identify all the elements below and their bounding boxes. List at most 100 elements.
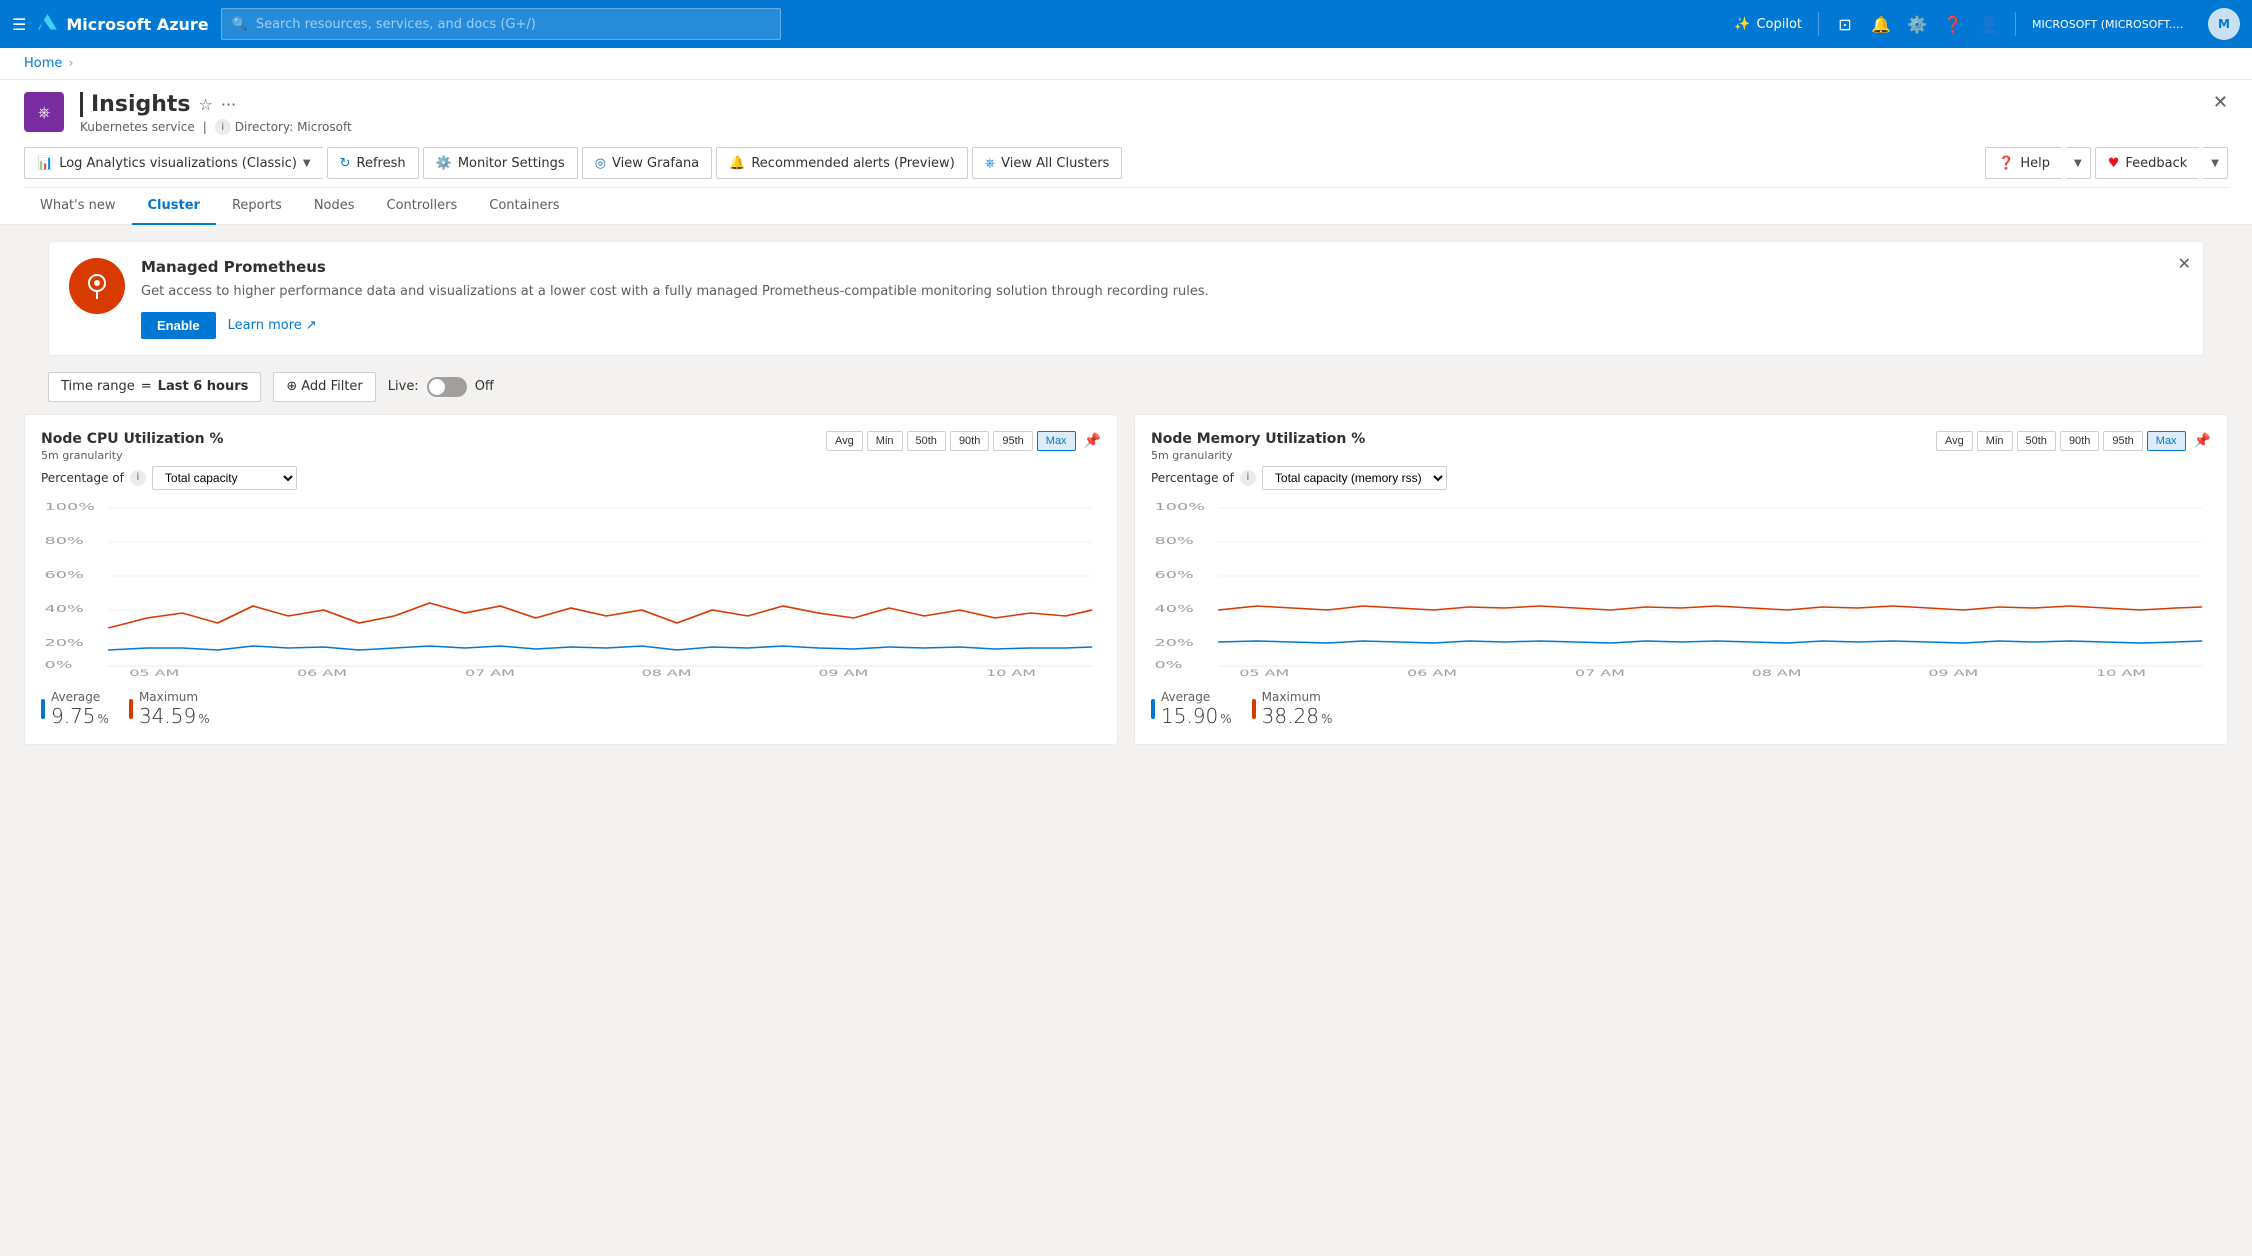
feedback-dropdown-arrow[interactable]: ▼ <box>2203 147 2228 179</box>
view-grafana-button[interactable]: ◎ View Grafana <box>582 147 712 179</box>
account-info[interactable]: MICROSOFT (MICROSOFT.ONMI... <box>2032 18 2192 31</box>
svg-text:100%: 100% <box>45 501 95 512</box>
view-all-clusters-button[interactable]: ⎈ View All Clusters <box>972 147 1123 179</box>
svg-text:09 AM: 09 AM <box>818 668 868 678</box>
learn-more-label: Learn more <box>228 318 302 333</box>
view-selector-button[interactable]: 📊 Log Analytics visualizations (Classic)… <box>24 147 323 179</box>
page-subtitle: Kubernetes service | i Directory: Micros… <box>80 119 352 135</box>
svg-text:10 AM: 10 AM <box>2096 668 2146 678</box>
svg-text:100%: 100% <box>1155 501 1205 512</box>
cpu-max-legend-label: Maximum <box>139 690 210 704</box>
tab-whats-new[interactable]: What's new <box>24 188 132 225</box>
memory-pin-icon[interactable]: 📌 <box>2194 433 2211 449</box>
svg-text:40%: 40% <box>45 603 84 614</box>
more-options-icon[interactable]: ··· <box>221 95 236 114</box>
tab-containers[interactable]: Containers <box>473 188 575 225</box>
svg-text:40%: 40% <box>1155 603 1194 614</box>
svg-text:80%: 80% <box>45 535 84 546</box>
settings-icon[interactable]: ⚙️ <box>1907 14 1927 34</box>
monitor-settings-button[interactable]: ⚙️ Monitor Settings <box>423 147 578 179</box>
tab-cluster[interactable]: Cluster <box>132 188 216 225</box>
account-avatar[interactable]: M <box>2208 8 2240 40</box>
portal-icon[interactable]: ⊡ <box>1835 14 1855 34</box>
notifications-icon[interactable]: 🔔 <box>1871 14 1891 34</box>
cpu-max-legend: Maximum 34.59 % <box>129 690 210 728</box>
memory-max-legend: Maximum 38.28 % <box>1252 690 1333 728</box>
enable-button[interactable]: Enable <box>141 312 216 339</box>
favorite-icon[interactable]: ☆ <box>199 95 213 114</box>
add-filter-icon: ⊕ <box>286 379 297 394</box>
feedback-label: Feedback <box>2125 156 2187 171</box>
cpu-avg-btn[interactable]: Avg <box>826 431 863 451</box>
svg-text:08 AM: 08 AM <box>1752 668 1802 678</box>
search-placeholder: Search resources, services, and docs (G+… <box>256 17 536 32</box>
recommended-alerts-button[interactable]: 🔔 Recommended alerts (Preview) <box>716 147 968 179</box>
feedback-nav-icon[interactable]: 👤 <box>1979 14 1999 34</box>
grafana-label: View Grafana <box>612 156 699 171</box>
directory-label: Directory: Microsoft <box>235 120 352 134</box>
view-selector-label: Log Analytics visualizations (Classic) <box>59 156 297 171</box>
tab-nodes[interactable]: Nodes <box>298 188 371 225</box>
help-dropdown-arrow[interactable]: ▼ <box>2066 147 2091 179</box>
feedback-button[interactable]: ♥ Feedback <box>2095 147 2200 179</box>
help-button[interactable]: ❓ Help <box>1985 147 2062 179</box>
memory-50th-btn[interactable]: 50th <box>2017 431 2056 451</box>
cpu-percentage-select[interactable]: Total capacity Allocatable capacity <box>152 466 297 490</box>
svg-text:0%: 0% <box>1155 659 1183 670</box>
cpu-95th-btn[interactable]: 95th <box>993 431 1032 451</box>
time-range-value: Last 6 hours <box>158 379 249 394</box>
memory-avg-legend-label: Average <box>1161 690 1232 704</box>
nav-right-area: ✨ Copilot ⊡ 🔔 ⚙️ ❓ 👤 MICROSOFT (MICROSOF… <box>1734 8 2240 40</box>
time-range-filter[interactable]: Time range = Last 6 hours <box>48 372 261 402</box>
copilot-icon: ✨ <box>1734 17 1750 32</box>
azure-logo-icon <box>38 14 58 34</box>
kubernetes-icon: ⎈ <box>30 98 58 126</box>
azure-logo: Microsoft Azure <box>38 14 208 34</box>
memory-max-btn[interactable]: Max <box>2147 431 2186 451</box>
memory-avg-btn[interactable]: Avg <box>1936 431 1973 451</box>
cpu-50th-btn[interactable]: 50th <box>907 431 946 451</box>
hamburger-menu[interactable]: ☰ <box>12 15 26 34</box>
refresh-button[interactable]: ↻ Refresh <box>327 147 419 179</box>
tab-reports[interactable]: Reports <box>216 188 298 225</box>
live-toggle-switch[interactable] <box>427 377 467 397</box>
cpu-pin-icon[interactable]: 📌 <box>1084 433 1101 449</box>
search-icon: 🔍 <box>232 17 248 32</box>
clusters-icon: ⎈ <box>985 156 995 171</box>
memory-95th-btn[interactable]: 95th <box>2103 431 2142 451</box>
cpu-avg-legend-value: 9.75 <box>51 704 96 728</box>
info-circle-icon: i <box>215 119 231 135</box>
global-search[interactable]: 🔍 Search resources, services, and docs (… <box>221 8 781 40</box>
service-icon: ⎈ <box>24 92 64 132</box>
svg-text:20%: 20% <box>1155 637 1194 648</box>
live-label: Live: <box>388 379 419 394</box>
svg-text:⎈: ⎈ <box>38 102 51 121</box>
promo-close-button[interactable]: ✕ <box>2178 254 2191 273</box>
memory-90th-btn[interactable]: 90th <box>2060 431 2099 451</box>
svg-text:07 AM: 07 AM <box>465 668 515 678</box>
cpu-chart-title: Node CPU Utilization % <box>41 431 224 447</box>
cpu-90th-btn[interactable]: 90th <box>950 431 989 451</box>
help-icon[interactable]: ❓ <box>1943 14 1963 34</box>
tab-controllers[interactable]: Controllers <box>371 188 474 225</box>
logo-text: Microsoft Azure <box>66 15 208 34</box>
breadcrumb-home[interactable]: Home <box>24 56 62 71</box>
memory-min-btn[interactable]: Min <box>1977 431 2013 451</box>
live-off-label: Off <box>475 379 494 394</box>
top-navigation: ☰ Microsoft Azure 🔍 Search resources, se… <box>0 0 2252 48</box>
cpu-max-btn[interactable]: Max <box>1037 431 1076 451</box>
cpu-avg-legend-unit: % <box>98 712 109 726</box>
cpu-info-icon: i <box>130 470 146 486</box>
learn-more-link[interactable]: Learn more ↗ <box>228 318 317 333</box>
close-button[interactable]: ✕ <box>2213 92 2228 113</box>
add-filter-button[interactable]: ⊕ Add Filter <box>273 372 375 402</box>
memory-percentage-select[interactable]: Total capacity (memory rss) Total capaci… <box>1262 466 1447 490</box>
cpu-min-btn[interactable]: Min <box>867 431 903 451</box>
copilot-button[interactable]: ✨ Copilot <box>1734 17 1802 32</box>
svg-text:05 AM: 05 AM <box>1239 668 1289 678</box>
cpu-chart-area: 100% 80% 60% 40% 20% 0% <box>41 498 1101 678</box>
view-selector-chevron: ▼ <box>303 158 311 169</box>
svg-text:60%: 60% <box>1155 569 1194 580</box>
feedback-chevron-icon: ▼ <box>2211 158 2219 169</box>
toggle-slider <box>427 377 467 397</box>
